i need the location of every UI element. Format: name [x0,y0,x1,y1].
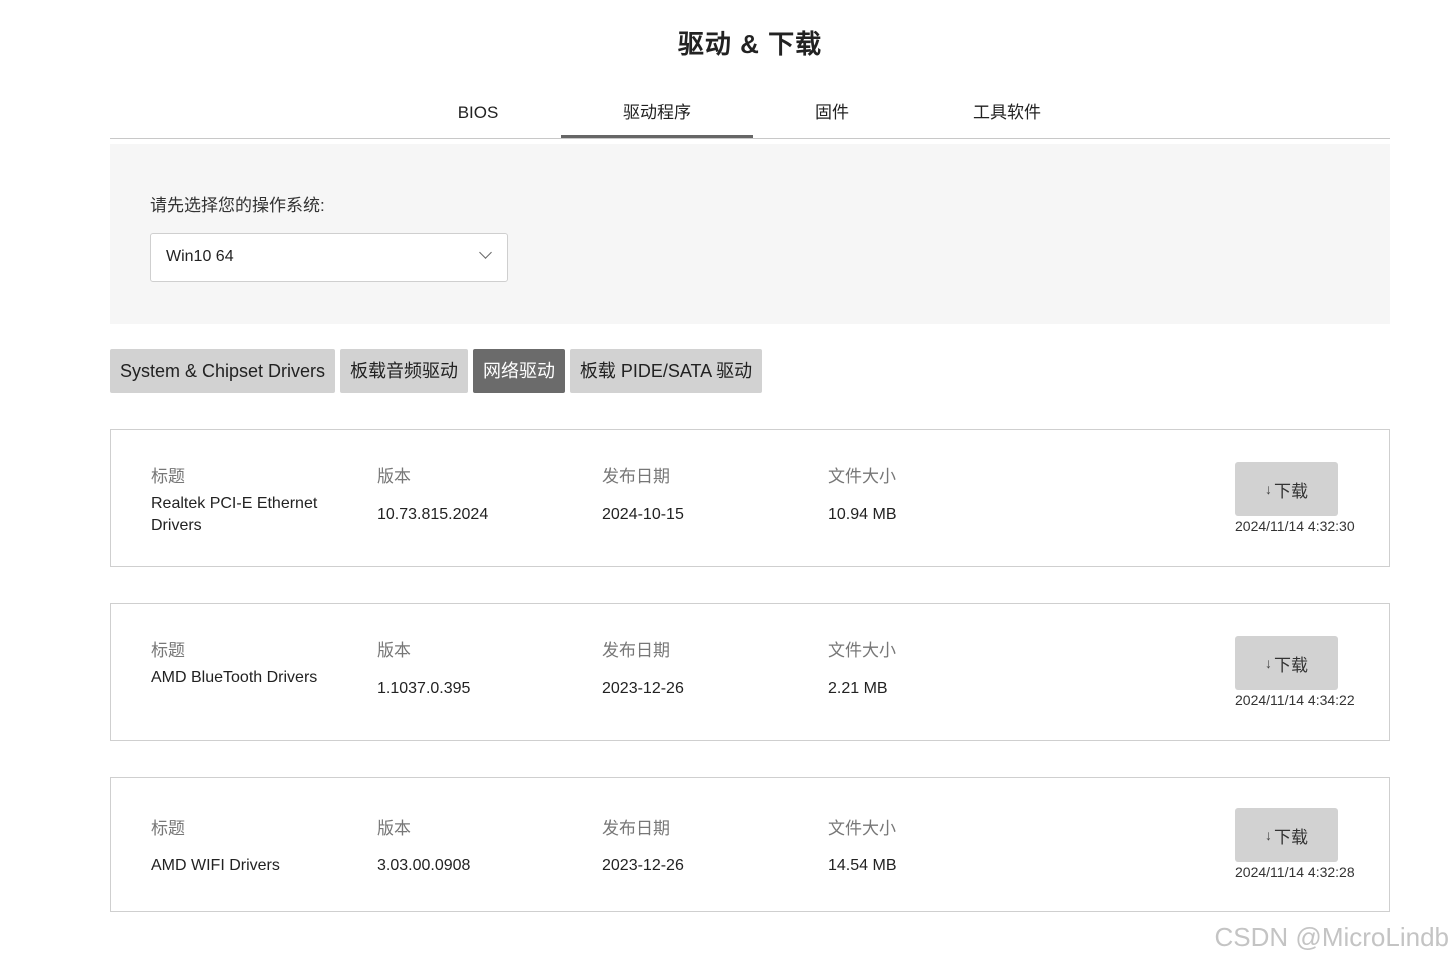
date-header: 发布日期 [602,467,670,486]
tab-bar: BIOS 驱动程序 固件 工具软件 [110,88,1390,139]
tab-tools[interactable]: 工具软件 [952,88,1062,136]
version-header: 版本 [377,819,411,838]
size-header: 文件大小 [828,641,896,660]
version-header: 版本 [377,467,411,486]
download-arrow-icon: ↓ [1265,481,1272,497]
title-header: 标题 [151,467,185,486]
driver-title: AMD BlueTooth Drivers [151,669,318,686]
chevron-down-icon [479,246,492,259]
download-button[interactable]: ↓ 下载 [1235,808,1338,862]
category-network[interactable]: 网络驱动 [473,349,565,393]
driver-card: 标题 版本 发布日期 文件大小 AMD BlueTooth Drivers 1.… [110,603,1390,741]
download-label: 下载 [1274,655,1308,675]
driver-size: 14.54 MB [828,857,897,874]
os-panel: 请先选择您的操作系统: Win10 64 [110,144,1390,324]
version-header: 版本 [377,641,411,660]
driver-size: 2.21 MB [828,680,888,697]
category-onboard-audio[interactable]: 板载音频驱动 [340,349,468,393]
download-label: 下载 [1274,481,1308,501]
category-pide-sata[interactable]: 板载 PIDE/SATA 驱动 [570,349,762,393]
driver-card: 标题 版本 发布日期 文件大小 AMD WIFI Drivers 3.03.00… [110,777,1390,912]
driver-title: AMD WIFI Drivers [151,857,280,874]
date-header: 发布日期 [602,819,670,838]
watermark: CSDN @MicroLindb [1214,922,1449,952]
download-timestamp: 2024/11/14 4:34:22 [1235,692,1355,708]
category-system-chipset[interactable]: System & Chipset Drivers [110,349,335,393]
driver-card: 标题 版本 发布日期 文件大小 Realtek PCI-E Ethernet D… [110,429,1390,567]
driver-version: 3.03.00.0908 [377,857,471,874]
download-button[interactable]: ↓ 下载 [1235,636,1338,690]
driver-version: 1.1037.0.395 [377,680,471,697]
download-label: 下载 [1274,827,1308,847]
title-header: 标题 [151,641,185,660]
tab-bios[interactable]: BIOS [428,88,528,136]
driver-date: 2023-12-26 [602,857,684,874]
tab-firmware[interactable]: 固件 [782,88,882,136]
os-select-value: Win10 64 [166,248,234,265]
driver-date: 2023-12-26 [602,680,684,697]
download-timestamp: 2024/11/14 4:32:28 [1235,864,1355,880]
driver-title: Realtek PCI-E Ethernet Drivers [151,495,318,534]
page-title: 驱动 & 下载 [677,29,823,59]
os-label: 请先选择您的操作系统: [150,196,325,215]
size-header: 文件大小 [828,467,896,486]
download-button[interactable]: ↓ 下载 [1235,462,1338,516]
download-arrow-icon: ↓ [1265,655,1272,671]
driver-version: 10.73.815.2024 [377,506,489,523]
title-header: 标题 [151,819,185,838]
driver-size: 10.94 MB [828,506,897,523]
os-select[interactable]: Win10 64 [150,233,508,282]
size-header: 文件大小 [828,819,896,838]
download-arrow-icon: ↓ [1265,827,1272,843]
download-timestamp: 2024/11/14 4:32:30 [1235,518,1355,534]
tab-drivers[interactable]: 驱动程序 [561,88,753,138]
date-header: 发布日期 [602,641,670,660]
driver-date: 2024-10-15 [602,506,684,523]
